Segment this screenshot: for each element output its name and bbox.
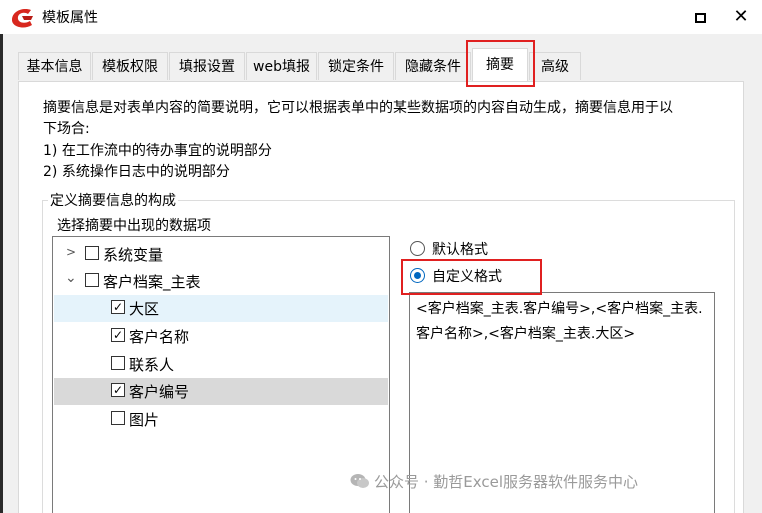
- tab-hide-conditions[interactable]: 隐藏条件: [395, 52, 471, 80]
- tree-node-system-variables[interactable]: > 系统变量: [54, 241, 388, 268]
- checkbox-system-variables[interactable]: [85, 246, 99, 260]
- tree-node-customer-master[interactable]: ⌄ 客户档案_主表: [54, 268, 388, 295]
- maximize-icon: [694, 12, 706, 23]
- maximize-button[interactable]: [686, 4, 714, 30]
- tree-label: 联系人: [129, 356, 175, 374]
- checkbox-region[interactable]: ✓: [111, 300, 125, 314]
- data-items-label: 选择摘要中出现的数据项: [57, 218, 211, 234]
- watermark-text: 公众号 · 勤哲Excel服务器软件服务中心: [374, 473, 639, 491]
- tree-node-customer-name[interactable]: ✓ 客户名称: [54, 323, 388, 350]
- tab-basic-info[interactable]: 基本信息: [18, 52, 91, 80]
- window-title: 模板属性: [42, 10, 98, 26]
- data-item-tree[interactable]: > 系统变量 ⌄ 客户档案_主表 ✓ 大区 ✓ 客户名称 联系人 ✓ 客户编号 …: [52, 236, 390, 513]
- close-button[interactable]: ✕: [727, 4, 755, 30]
- checkbox-customer-master[interactable]: [85, 273, 99, 287]
- description-line-1: 摘要信息是对表单内容的简要说明，它可以根据表单中的某些数据项的内容自动生成，摘要…: [43, 100, 673, 116]
- radio-default-format[interactable]: [410, 241, 425, 256]
- groupbox-title: 定义摘要信息的构成: [48, 190, 178, 210]
- checkbox-customer-number[interactable]: ✓: [111, 383, 125, 397]
- highlight-custom-format: [401, 259, 542, 295]
- tree-node-image[interactable]: 图片: [54, 406, 388, 433]
- tree-label: 客户编号: [129, 383, 190, 401]
- checkbox-contact[interactable]: [111, 356, 125, 370]
- chevron-right-icon[interactable]: >: [66, 245, 76, 259]
- description-line-4: 2) 系统操作日志中的说明部分: [43, 164, 230, 180]
- tree-label: 大区: [129, 300, 160, 318]
- tab-advanced[interactable]: 高级: [529, 52, 581, 80]
- tree-node-contact[interactable]: 联系人: [54, 351, 388, 378]
- wechat-icon: [350, 474, 369, 488]
- tab-fill-settings[interactable]: 填报设置: [169, 52, 245, 80]
- tree-label: 客户名称: [129, 328, 190, 346]
- tree-label: 客户档案_主表: [103, 273, 201, 291]
- tab-web-fill[interactable]: web填报: [246, 52, 317, 80]
- checkbox-customer-name[interactable]: ✓: [111, 328, 125, 342]
- tab-template-permissions[interactable]: 模板权限: [92, 52, 168, 80]
- highlight-summary-tab: [466, 40, 535, 87]
- checkbox-image[interactable]: [111, 411, 125, 425]
- title-bar: 模板属性 ✕: [0, 0, 762, 34]
- window-edge: [0, 34, 3, 513]
- tree-label: 图片: [129, 411, 160, 429]
- description-line-3: 1) 在工作流中的待办事宜的说明部分: [43, 143, 272, 159]
- app-logo-icon: [12, 9, 33, 28]
- tab-lock-conditions[interactable]: 锁定条件: [318, 52, 394, 80]
- chevron-down-icon[interactable]: ⌄: [65, 270, 77, 286]
- tree-label: 系统变量: [103, 246, 164, 264]
- default-format-label[interactable]: 默认格式: [432, 239, 488, 259]
- description-line-2: 下场合:: [43, 121, 90, 137]
- tree-node-customer-number[interactable]: ✓ 客户编号: [54, 378, 388, 405]
- tree-node-region[interactable]: ✓ 大区: [54, 295, 388, 322]
